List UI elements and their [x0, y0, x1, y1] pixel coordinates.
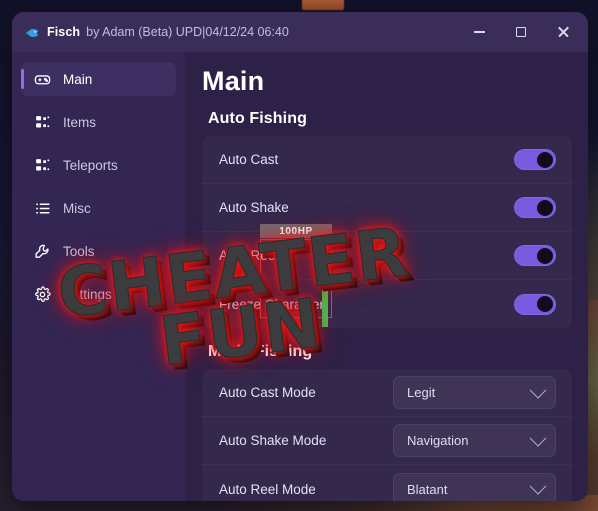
section-title-auto-fishing: Auto Fishing: [208, 110, 307, 127]
dropdown-auto-shake-mode[interactable]: Navigation: [393, 424, 556, 457]
wrench-icon: [34, 243, 51, 260]
blocks-icon: [34, 157, 51, 174]
minimize-icon: [473, 31, 485, 33]
window-controls: [458, 12, 584, 52]
page-title: Main: [202, 66, 265, 96]
maximize-icon: [516, 27, 526, 37]
sidebar-item-label: Settings: [63, 286, 112, 302]
sidebar-item-label: Items: [63, 114, 97, 130]
chevron-down-icon: [529, 429, 547, 447]
sidebar-item-label: Teleports: [63, 157, 118, 173]
desktop-background: Fisch by Adam (Beta) UPD|04/12/24 06:40: [0, 0, 598, 511]
maximize-button[interactable]: [500, 12, 542, 52]
row-auto-cast-mode: Auto Cast Mode Legit: [202, 369, 572, 417]
row-label: Auto Reel Mode: [219, 481, 316, 497]
chevron-down-icon: [529, 381, 547, 399]
sidebar-item-label: Main: [63, 71, 93, 87]
app-subtitle: by Adam (Beta) UPD|04/12/24 06:40: [86, 25, 289, 39]
minimize-button[interactable]: [458, 12, 500, 52]
sidebar: Main Items Teleports Misc Tools Settings: [12, 52, 185, 501]
row-label: Auto Reel: [219, 248, 279, 263]
toggle-knob: [537, 247, 553, 264]
section-mode-fishing: Auto Cast Mode Legit Auto Shake Mode Nav…: [202, 369, 572, 501]
toggle-auto-cast[interactable]: [514, 149, 556, 170]
main-content: Main Auto Fishing Auto Cast Auto Shake A…: [185, 52, 588, 501]
dropdown-auto-cast-mode[interactable]: Legit: [393, 376, 556, 409]
toggle-auto-reel[interactable]: [514, 245, 556, 266]
row-freeze-character: Freeze Character: [202, 280, 572, 328]
toggle-auto-shake[interactable]: [514, 197, 556, 218]
background-object-top: [302, 0, 344, 10]
gamepad-icon: [34, 71, 51, 88]
sidebar-item-label: Tools: [63, 243, 95, 259]
dropdown-auto-reel-mode[interactable]: Blatant: [393, 472, 556, 501]
sidebar-item-label: Misc: [63, 200, 91, 216]
dropdown-value: Legit: [407, 385, 436, 400]
sidebar-item-main[interactable]: Main: [21, 62, 176, 96]
row-auto-cast: Auto Cast: [202, 136, 572, 184]
row-label: Auto Cast: [219, 152, 279, 167]
toggle-knob: [537, 296, 553, 312]
blocks-icon: [34, 114, 51, 131]
sidebar-item-items[interactable]: Items: [21, 105, 176, 139]
sidebar-item-settings[interactable]: Settings: [21, 277, 176, 311]
app-name: Fisch: [47, 25, 81, 39]
close-icon: [557, 26, 569, 38]
fish-icon: [26, 26, 40, 38]
section-auto-fishing: Auto Cast Auto Shake Auto Reel Freeze Ch…: [202, 136, 572, 328]
sidebar-item-teleports[interactable]: Teleports: [21, 148, 176, 182]
application-window: Fisch by Adam (Beta) UPD|04/12/24 06:40: [12, 12, 588, 501]
row-label: Auto Shake: [219, 200, 289, 215]
dropdown-value: Blatant: [407, 481, 448, 497]
sidebar-item-misc[interactable]: Misc: [21, 191, 176, 225]
title-bar[interactable]: Fisch by Adam (Beta) UPD|04/12/24 06:40: [12, 12, 588, 52]
row-auto-reel-mode: Auto Reel Mode Blatant: [202, 465, 572, 501]
row-label: Auto Shake Mode: [219, 433, 327, 448]
toggle-freeze-character[interactable]: [514, 293, 556, 315]
row-auto-shake: Auto Shake: [202, 184, 572, 232]
toggle-knob: [537, 151, 553, 168]
toggle-knob: [537, 199, 553, 216]
gear-icon: [34, 285, 51, 303]
row-auto-shake-mode: Auto Shake Mode Navigation: [202, 417, 572, 465]
row-auto-reel: Auto Reel: [202, 232, 572, 280]
list-icon: [34, 200, 51, 217]
title-text: Fisch by Adam (Beta) UPD|04/12/24 06:40: [47, 25, 289, 39]
row-label: Auto Cast Mode: [219, 385, 316, 400]
window-body: Main Items Teleports Misc Tools Settings…: [12, 52, 588, 501]
sidebar-item-tools[interactable]: Tools: [21, 234, 176, 268]
dropdown-value: Navigation: [407, 433, 469, 448]
chevron-down-icon: [529, 477, 547, 495]
row-label: Freeze Character: [219, 296, 325, 312]
close-button[interactable]: [542, 12, 584, 52]
section-title-mode-fishing: Mode Fishing: [208, 343, 313, 360]
